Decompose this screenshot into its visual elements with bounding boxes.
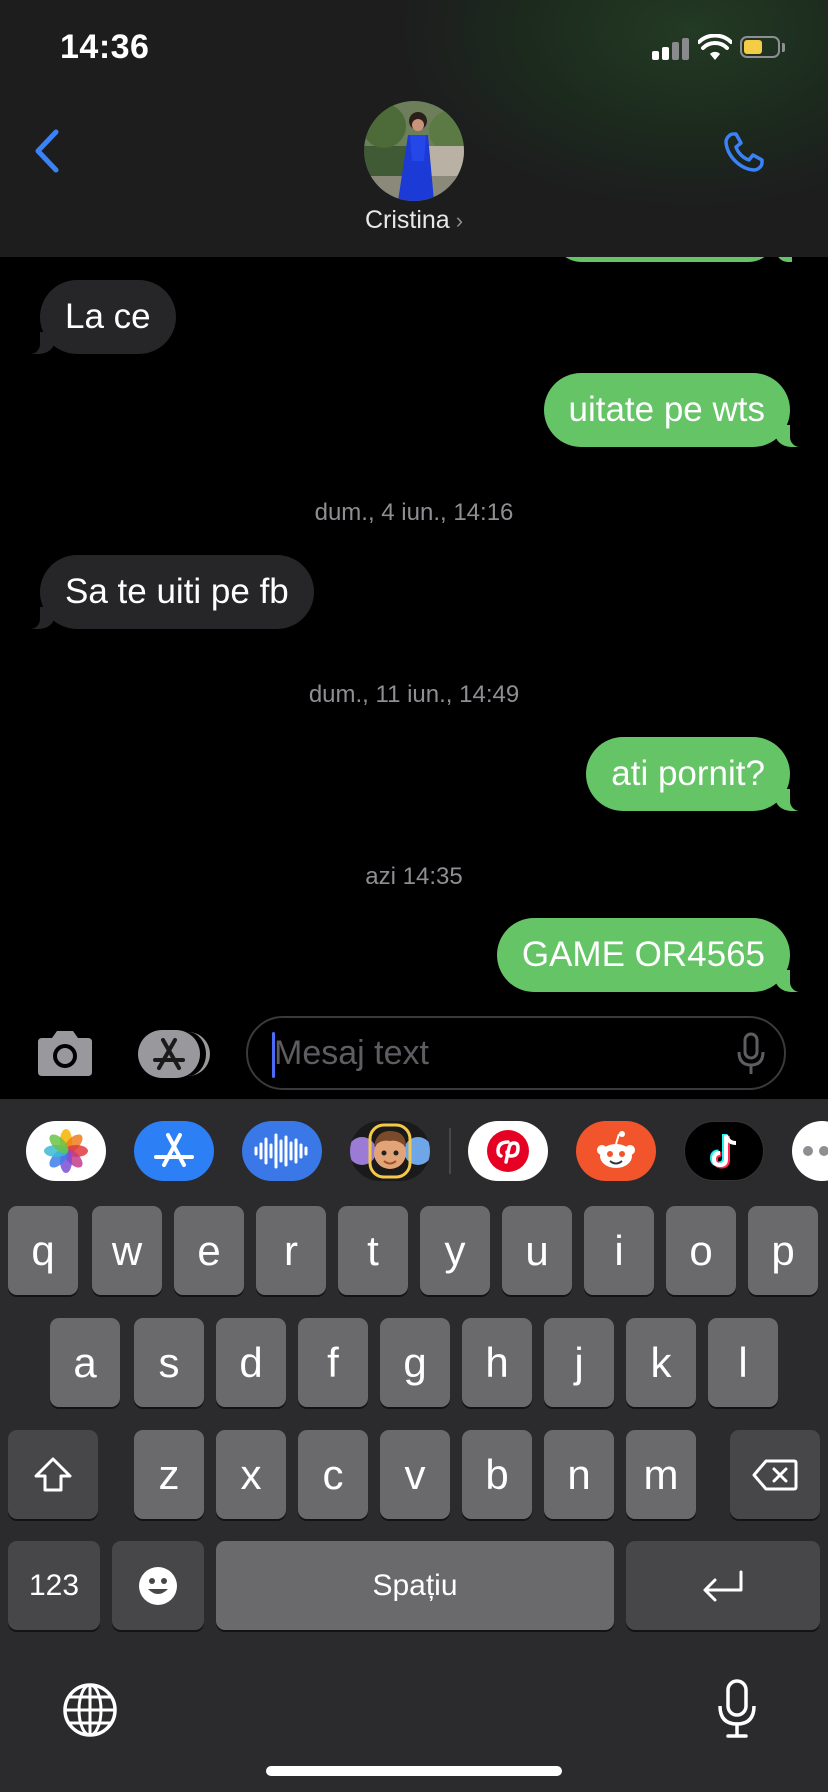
message-timestamp: dum., 11 iun., 14:49 xyxy=(308,681,520,708)
return-icon xyxy=(703,1570,743,1601)
wifi-icon xyxy=(698,34,732,60)
incoming-message-bubble[interactable]: Sa te uiti pe fb xyxy=(21,555,314,629)
key-y[interactable]: y xyxy=(420,1206,490,1295)
audio-message-icon[interactable] xyxy=(242,1121,322,1181)
outgoing-message-bubble[interactable]: ati pornit? xyxy=(586,737,809,811)
tiktok-icon[interactable] xyxy=(684,1121,764,1181)
emoji-key[interactable] xyxy=(112,1541,204,1630)
memoji-icon[interactable] xyxy=(350,1121,430,1181)
key-g[interactable]: g xyxy=(380,1318,450,1407)
key-o[interactable]: o xyxy=(666,1206,736,1295)
app-store-icon xyxy=(153,1038,185,1070)
return-key[interactable] xyxy=(626,1541,820,1630)
key-s[interactable]: s xyxy=(134,1318,204,1407)
key-e[interactable]: e xyxy=(174,1206,244,1295)
shift-icon xyxy=(34,1457,72,1491)
shift-key[interactable] xyxy=(8,1430,98,1519)
chevron-left-icon[interactable] xyxy=(32,128,62,174)
reddit-icon[interactable] xyxy=(576,1121,656,1181)
key-x[interactable]: x xyxy=(216,1430,286,1519)
key-l[interactable]: l xyxy=(708,1318,778,1407)
battery-icon xyxy=(740,36,786,60)
message-timestamp: dum., 4 iun., 14:16 xyxy=(314,499,514,526)
key-h[interactable]: h xyxy=(462,1318,532,1407)
key-f[interactable]: f xyxy=(298,1318,368,1407)
key-u[interactable]: u xyxy=(502,1206,572,1295)
outgoing-message-bubble[interactable]: GAME OR4565 xyxy=(496,918,810,992)
key-n[interactable]: n xyxy=(544,1430,614,1519)
message-input-placeholder: Mesaj text xyxy=(274,1034,429,1072)
outgoing-message-bubble[interactable]: uitate pe wts xyxy=(543,373,809,447)
microphone-icon[interactable] xyxy=(736,1032,766,1076)
key-q[interactable]: q xyxy=(8,1206,78,1295)
key-w[interactable]: w xyxy=(92,1206,162,1295)
key-b[interactable]: b xyxy=(462,1430,532,1519)
key-c[interactable]: c xyxy=(298,1430,368,1519)
key-i[interactable]: i xyxy=(584,1206,654,1295)
apps-button[interactable] xyxy=(138,1030,212,1078)
dictation-microphone-icon[interactable] xyxy=(716,1678,758,1740)
camera-icon xyxy=(38,1031,92,1076)
message-text: Sa te uiti pe fb xyxy=(65,572,289,611)
key-t[interactable]: t xyxy=(338,1206,408,1295)
message-timestamp: azi 14:35 xyxy=(365,863,463,890)
home-indicator xyxy=(266,1766,562,1776)
pinterest-icon[interactable] xyxy=(468,1121,548,1181)
delete-key[interactable] xyxy=(730,1430,820,1519)
key-a[interactable]: a xyxy=(50,1318,120,1407)
key-m[interactable]: m xyxy=(626,1430,696,1519)
message-text-input[interactable]: Mesaj text xyxy=(246,1016,786,1090)
message-text: GAME OR4565 xyxy=(521,935,765,974)
numbers-key[interactable]: 123 xyxy=(8,1541,100,1630)
message-text: La ce xyxy=(65,297,151,336)
status-time: 14:36 xyxy=(60,28,150,66)
key-v[interactable]: v xyxy=(380,1430,450,1519)
photos-icon[interactable] xyxy=(26,1121,106,1181)
key-d[interactable]: d xyxy=(216,1318,286,1407)
signal-icon xyxy=(652,38,690,60)
conversation-header: 14:36 Cristina › xyxy=(0,0,828,257)
avatar[interactable] xyxy=(364,101,464,201)
globe-icon[interactable] xyxy=(62,1682,118,1738)
key-z[interactable]: z xyxy=(134,1430,204,1519)
key-r[interactable]: r xyxy=(256,1206,326,1295)
space-key[interactable]: Spațiu xyxy=(216,1541,614,1630)
key-p[interactable]: p xyxy=(748,1206,818,1295)
contact-name: Cristina xyxy=(364,206,450,234)
camera-button[interactable] xyxy=(34,1028,96,1078)
incoming-message-bubble[interactable]: La ce xyxy=(21,280,176,354)
phone-icon[interactable] xyxy=(722,130,766,174)
emoji-icon xyxy=(139,1566,177,1605)
message-text: ati pornit? xyxy=(611,754,765,793)
app-store-icon[interactable] xyxy=(134,1121,214,1181)
contact-name-button[interactable]: Cristina › xyxy=(0,206,828,235)
key-j[interactable]: j xyxy=(544,1318,614,1407)
chevron-right-icon: › xyxy=(455,208,464,233)
delete-icon xyxy=(752,1459,798,1490)
key-k[interactable]: k xyxy=(626,1318,696,1407)
message-text: uitate pe wts xyxy=(568,390,766,429)
app-strip-divider xyxy=(449,1128,451,1174)
